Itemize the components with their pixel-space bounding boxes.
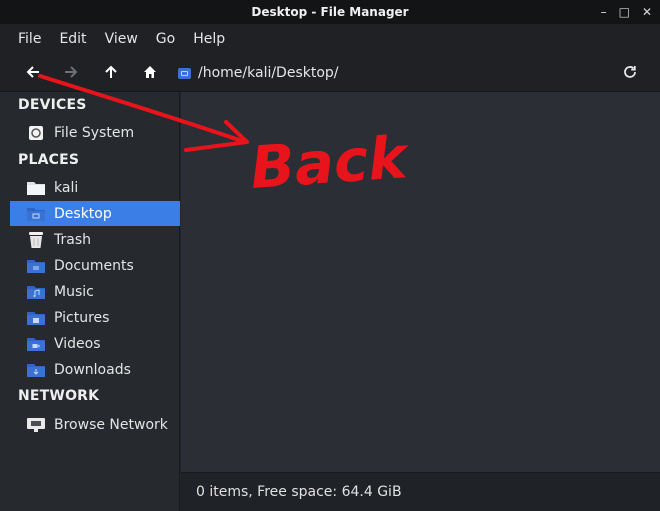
menu-bar: File Edit View Go Help	[0, 24, 660, 54]
devices-heading: DEVICES	[18, 97, 87, 113]
home-button[interactable]	[139, 61, 161, 83]
sidebar-item-label: Pictures	[54, 309, 110, 326]
videos-folder-icon	[26, 335, 46, 353]
maximize-button[interactable]: □	[619, 5, 630, 19]
pictures-folder-icon	[26, 309, 46, 327]
home-icon	[144, 66, 156, 78]
folder-icon	[178, 67, 191, 79]
places-heading: PLACES	[18, 152, 80, 168]
trash-icon	[26, 231, 46, 249]
sidebar-item-label: Music	[54, 283, 94, 300]
forward-button[interactable]	[60, 61, 82, 83]
sidebar: DEVICES File System PLACES kali Desktop …	[0, 92, 180, 511]
close-button[interactable]: ✕	[642, 5, 652, 19]
music-folder-icon	[26, 283, 46, 301]
minimize-button[interactable]: –	[601, 5, 607, 19]
menu-view[interactable]: View	[96, 31, 147, 47]
sidebar-item-label: Desktop	[54, 205, 112, 222]
up-button[interactable]	[100, 61, 122, 83]
sidebar-item-label: Trash	[54, 231, 91, 248]
sidebar-item-label: Documents	[54, 257, 134, 274]
title-bar[interactable]: Desktop - File Manager – □ ✕	[0, 0, 660, 24]
home-folder-icon	[26, 179, 46, 197]
sidebar-item-documents[interactable]: Documents	[10, 253, 180, 278]
sidebar-item-trash[interactable]: Trash	[10, 227, 180, 252]
menu-go[interactable]: Go	[147, 31, 184, 47]
arrow-right-icon	[65, 66, 78, 78]
menu-edit[interactable]: Edit	[50, 31, 95, 47]
file-manager-window: Desktop - File Manager – □ ✕ File Edit V…	[0, 0, 660, 511]
sidebar-item-label: kali	[54, 179, 79, 196]
sidebar-item-pictures[interactable]: Pictures	[10, 305, 180, 330]
sidebar-item-label: Videos	[54, 335, 101, 352]
refresh-button[interactable]	[619, 61, 641, 83]
sidebar-item-downloads[interactable]: Downloads	[10, 357, 180, 382]
downloads-folder-icon	[26, 361, 46, 379]
status-text: 0 items, Free space: 64.4 GiB	[196, 484, 402, 500]
menu-help[interactable]: Help	[184, 31, 234, 47]
sidebar-item-browse-network[interactable]: Browse Network	[10, 412, 180, 437]
sidebar-item-desktop[interactable]: Desktop	[10, 201, 180, 226]
drive-icon	[26, 124, 46, 142]
network-heading: NETWORK	[18, 388, 100, 404]
sidebar-item-label: Browse Network	[54, 416, 168, 433]
location-path: /home/kali/Desktop/	[198, 65, 339, 81]
arrow-left-icon	[26, 66, 39, 78]
sidebar-item-file-system[interactable]: File System	[10, 120, 180, 145]
sidebar-item-music[interactable]: Music	[10, 279, 180, 304]
file-view[interactable]	[181, 92, 660, 472]
status-bar: 0 items, Free space: 64.4 GiB	[181, 472, 660, 511]
window-title: Desktop - File Manager	[251, 5, 409, 19]
sidebar-item-videos[interactable]: Videos	[10, 331, 180, 356]
desktop-folder-icon	[26, 205, 46, 223]
sidebar-item-kali[interactable]: kali	[10, 175, 180, 200]
network-icon	[26, 416, 46, 434]
back-button[interactable]	[22, 61, 44, 83]
sidebar-item-label: Downloads	[54, 361, 131, 378]
refresh-icon	[624, 66, 636, 78]
sidebar-item-label: File System	[54, 124, 135, 141]
toolbar: /home/kali/Desktop/	[0, 54, 660, 92]
location-bar[interactable]: /home/kali/Desktop/	[178, 63, 339, 83]
documents-folder-icon	[26, 257, 46, 275]
menu-file[interactable]: File	[9, 31, 50, 47]
arrow-up-icon	[105, 65, 117, 78]
